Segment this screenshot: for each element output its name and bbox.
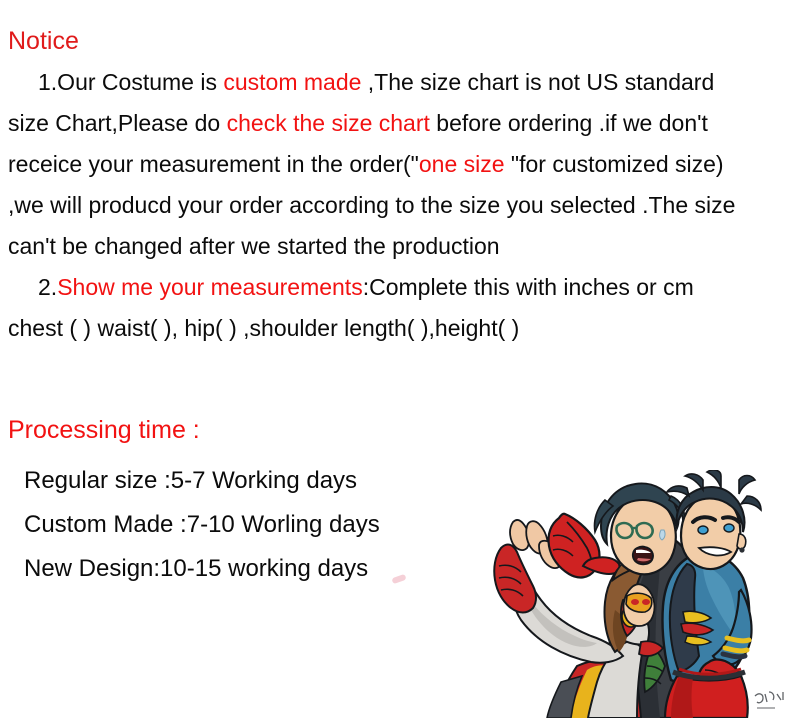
boy-earring <box>739 547 745 553</box>
mask-eye-right <box>642 599 650 605</box>
boy-ear <box>736 533 747 550</box>
highlighted-text: one size <box>418 151 505 177</box>
highlighted-text: Show me your measurements <box>57 274 363 300</box>
heroine-mouth <box>631 545 654 566</box>
sweat-drop <box>659 529 666 541</box>
notice-heading: Notice <box>8 27 79 55</box>
plain-text: 1.Our Costume is <box>38 69 224 95</box>
notice-line: receice your measurement in the order("o… <box>8 144 794 185</box>
notice-line: size Chart,Please do check the size char… <box>8 103 794 144</box>
notice-line: ,we will producd your order according to… <box>8 185 794 226</box>
plain-text: 2. <box>38 274 58 300</box>
plain-text: ,The size chart is not US standard <box>361 69 715 95</box>
processing-time-line: Custom Made :7-10 Worling days <box>24 511 380 538</box>
arm-cuff <box>720 651 748 660</box>
highlighted-text: check the size chart <box>226 110 430 136</box>
plain-text: :Complete this with inches or cm <box>362 274 694 300</box>
plain-text: can't be changed after we started the pr… <box>8 233 500 259</box>
notice-line: 2.Show me your measurements:Complete thi… <box>8 267 794 308</box>
ink-smudge-mark <box>391 573 407 585</box>
plain-text: before ordering .if we don't <box>429 110 708 136</box>
processing-time-list: Regular size :5-7 Working days Custom Mad… <box>24 459 380 591</box>
processing-time-heading: Processing time : <box>8 416 200 444</box>
highlighted-text: custom made <box>223 69 362 95</box>
processing-time-line: New Design:10-15 working days <box>24 555 369 582</box>
plain-text: "for customized size) <box>504 151 724 177</box>
mask-eye-left <box>631 599 639 605</box>
notice-line: can't be changed after we started the pr… <box>8 226 794 267</box>
notice-line: chest ( ) waist( ), hip( ) ,shoulder len… <box>8 308 794 349</box>
boy-eye-right <box>723 523 735 533</box>
superhero-couple-illustration <box>455 470 800 718</box>
boy-eye-left <box>697 525 709 535</box>
plain-text: size Chart,Please do <box>8 110 227 136</box>
processing-time-line: Regular size :5-7 Working days <box>24 467 358 494</box>
notice-page: Notice 1.Our Costume is custom made ,The… <box>0 0 800 718</box>
plain-text: chest ( ) waist( ), hip( ) ,shoulder len… <box>8 315 520 341</box>
notice-line: 1.Our Costume is custom made ,The size c… <box>8 62 794 103</box>
plain-text: receice your measurement in the order(" <box>8 151 419 177</box>
plain-text: ,we will producd your order according to… <box>8 192 736 218</box>
notice-body: 1.Our Costume is custom made ,The size c… <box>8 62 794 349</box>
